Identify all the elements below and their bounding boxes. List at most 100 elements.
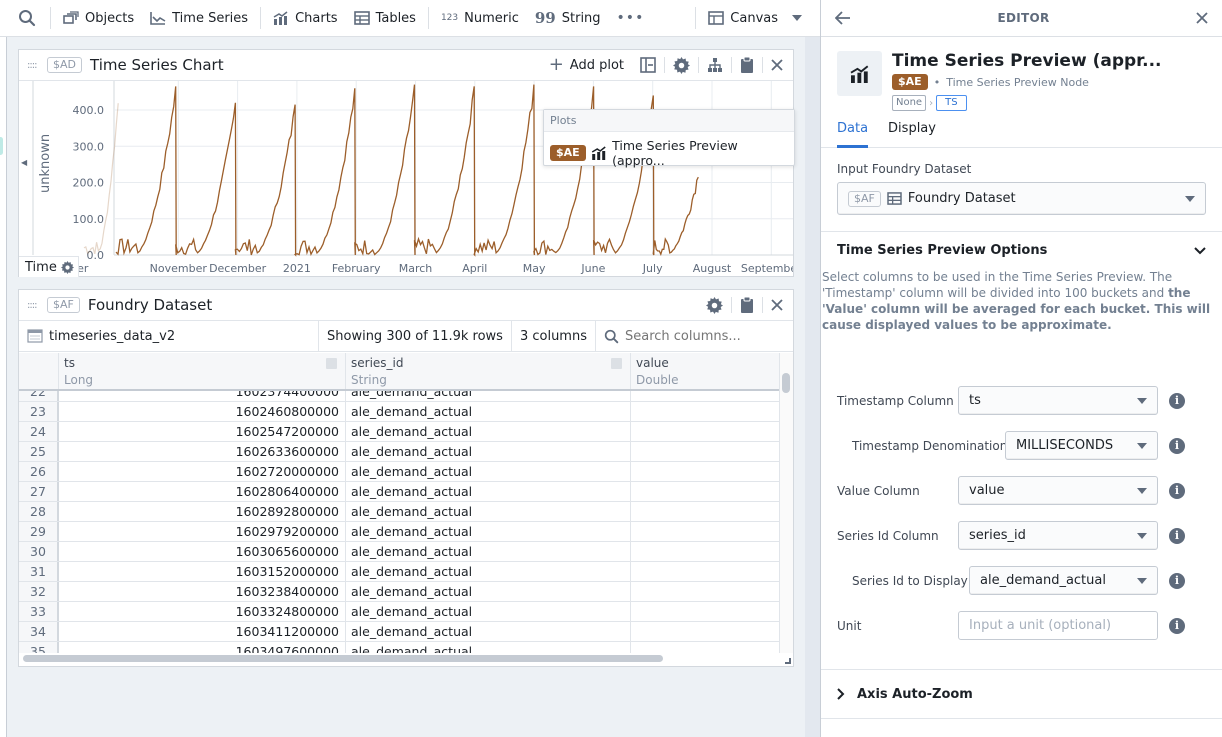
chart-card-title: Time Series Chart [90,56,224,74]
close-icon [771,59,783,71]
vertical-scrollbar[interactable] [782,373,790,393]
canvas: :::: $AD Time Series Chart + Add plot 0.… [6,37,853,737]
tab-data[interactable]: Data [837,121,869,148]
plot-item[interactable]: $AE Time Series Preview (appro... [544,132,794,174]
column-search[interactable] [596,321,793,351]
info-icon[interactable]: i [1169,617,1185,634]
objects-icon [63,11,79,25]
close-chart-button[interactable] [763,59,785,71]
column-name: series_id [351,356,404,370]
value-column-select[interactable]: value [958,476,1158,505]
table-row[interactable]: 29 1602979200000 ale_demand_actual [19,522,779,542]
toolbar-divider [427,7,429,29]
info-icon[interactable]: i [1169,437,1185,454]
cell-series-id: ale_demand_actual [346,482,631,501]
table-row[interactable]: 24 1602547200000 ale_demand_actual [19,422,779,442]
close-icon[interactable] [1196,12,1208,24]
table-row[interactable]: 26 1602720000000 ale_demand_actual [19,462,779,482]
info-icon[interactable]: i [1169,392,1185,409]
table-row[interactable]: 32 1603238400000 ale_demand_actual [19,582,779,602]
toolbar-string[interactable]: 99 String [527,0,609,37]
x-tick-label: 2021 [283,262,311,275]
layout-dropdown[interactable]: Canvas [700,0,820,37]
input-dataset-select[interactable]: $AF Foundry Dataset [837,182,1206,215]
table-row[interactable]: 34 1603411200000 ale_demand_actual [19,622,779,642]
toolbar-objects[interactable]: Objects [55,0,142,37]
resize-handle-icon[interactable] [785,658,791,664]
chevron-down-icon [1137,532,1147,539]
filter-icon[interactable] [611,358,622,369]
options-section-header[interactable]: Time Series Preview Options [821,231,1222,269]
layout-icon [708,11,725,25]
column-header-value[interactable]: value Double [631,353,779,389]
table-row[interactable]: 30 1603065600000 ale_demand_actual [19,542,779,562]
panel-toggle-button[interactable] [632,57,664,73]
dataset-settings-button[interactable] [698,296,731,314]
toolbar-time-series[interactable]: Time Series [142,0,256,37]
node-icon [837,51,882,96]
search-columns-input[interactable] [624,328,775,344]
chart-settings-button[interactable] [665,56,698,74]
row-number: 26 [19,462,59,481]
table-row[interactable]: 25 1602633600000 ale_demand_actual [19,442,779,462]
toolbar-tables[interactable]: Tables [346,0,424,37]
chart-area[interactable]: 0.0100.0200.0300.0400.0...berNovemberDec… [19,81,853,277]
foundry-dataset-card: :::: $AF Foundry Dataset timeseries_data… [18,289,794,667]
info-icon[interactable]: i [1169,482,1185,499]
table-row[interactable]: 23 1602460800000 ale_demand_actual [19,402,779,422]
plot-tag: $AE [550,145,586,161]
search-button[interactable] [0,0,46,37]
close-icon [771,299,783,311]
collapse-axis-icon[interactable]: ◀ [21,158,27,167]
info-icon[interactable]: i [1169,572,1185,589]
filter-icon[interactable] [326,358,337,369]
clipboard-button[interactable] [732,57,762,73]
cell-value [631,602,779,621]
series-id-display-select[interactable]: ale_demand_actual [969,566,1158,595]
hierarchy-button[interactable] [699,57,731,73]
horizontal-scrollbar[interactable] [23,655,663,662]
table-row[interactable]: 27 1602806400000 ale_demand_actual [19,482,779,502]
table-row[interactable]: 31 1603152000000 ale_demand_actual [19,562,779,582]
time-axis-control[interactable]: Time [19,256,79,277]
unit-input[interactable] [958,611,1158,640]
row-number-header [19,353,59,389]
node-info: Time Series Preview (appr... $AE • Time … [892,51,1162,111]
clipboard-button[interactable] [732,297,762,313]
y-tick-label: 300.0 [73,140,105,153]
cell-value [631,562,779,581]
cell-series-id: ale_demand_actual [346,542,631,561]
canvas-scrollbar[interactable] [805,37,820,737]
x-tick-label: August [693,262,732,275]
drag-handle-icon[interactable]: :::: [27,300,47,311]
field-timestamp-column: Timestamp Column ts i [821,386,1222,415]
plots-popover: Plots $AE Time Series Preview (appro... [543,109,795,168]
timestamp-column-select[interactable]: ts [958,386,1158,415]
more-options-button[interactable]: ••• [609,0,653,37]
row-number: 27 [19,482,59,501]
cell-series-id: ale_demand_actual [346,442,631,461]
clipboard-icon [741,297,753,313]
y-tick-label: 400.0 [73,104,105,117]
table-row[interactable]: 28 1602892800000 ale_demand_actual [19,502,779,522]
tab-display[interactable]: Display [888,121,936,147]
table-row[interactable]: 33 1603324800000 ale_demand_actual [19,602,779,622]
drag-handle-icon[interactable]: :::: [27,60,47,71]
back-arrow-icon[interactable] [835,11,851,25]
axis-auto-zoom-section[interactable]: Axis Auto-Zoom [821,669,1222,719]
toolbar-numeric[interactable]: 123 Numeric [433,0,527,37]
close-dataset-button[interactable] [763,299,785,311]
column-header-series-id[interactable]: series_id String [346,353,631,389]
timestamp-denomination-select[interactable]: MILLISECONDS [1005,431,1158,460]
info-icon[interactable]: i [1169,527,1185,544]
x-tick-label: September [741,262,793,275]
dataset-name[interactable]: timeseries_data_v2 [19,321,319,351]
toolbar-charts[interactable]: Charts [265,0,346,37]
add-plot-button[interactable]: + Add plot [541,56,632,74]
chart-icon [850,65,868,83]
cell-ts: 1603324800000 [59,602,346,621]
table-row[interactable]: 35 1603497600000 ale_demand_actual [19,642,779,653]
vertical-scroll-track[interactable] [779,353,793,653]
series-id-column-select[interactable]: series_id [958,521,1158,550]
column-header-ts[interactable]: ts Long [59,353,346,389]
